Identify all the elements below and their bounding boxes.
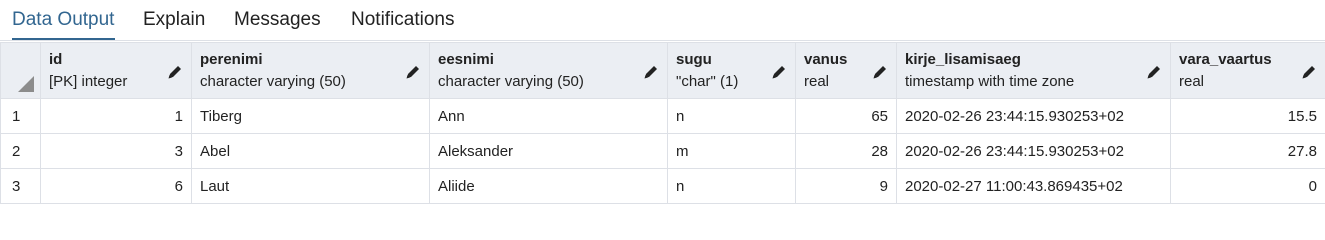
select-all-triangle-icon [18, 76, 34, 92]
tab-notifications[interactable]: Notifications [351, 0, 455, 38]
cell-eesnimi[interactable]: Ann [429, 98, 668, 134]
table-row[interactable]: 2 3 Abel Aleksander m 28 2020-02-26 23:4… [0, 133, 1325, 169]
cell-vanus[interactable]: 9 [795, 168, 897, 204]
table-row[interactable]: 3 6 Laut Aliide n 9 2020-02-27 11:00:43.… [0, 168, 1325, 204]
column-header-perenimi[interactable]: perenimi character varying (50) [191, 42, 430, 99]
column-header-vara-vaartus[interactable]: vara_vaartus real [1170, 42, 1325, 99]
cell-id[interactable]: 3 [40, 133, 192, 169]
column-type: [PK] integer [49, 73, 128, 90]
row-number[interactable]: 1 [0, 98, 41, 134]
result-tabs: Data Output Explain Messages Notificatio… [0, 0, 1325, 41]
cell-vara-vaartus[interactable]: 15.5 [1170, 98, 1325, 134]
column-type: real [1179, 73, 1205, 90]
column-header-id[interactable]: id [PK] integer [40, 42, 192, 99]
pencil-icon[interactable] [166, 63, 184, 81]
header-row: id [PK] integer perenimi character varyi… [0, 42, 1325, 99]
pencil-icon[interactable] [770, 63, 788, 81]
column-name: perenimi [200, 51, 263, 68]
cell-sugu[interactable]: n [667, 98, 796, 134]
column-name: vara_vaartus [1179, 51, 1272, 68]
cell-vara-vaartus[interactable]: 0 [1170, 168, 1325, 204]
cell-kirje-lisamisaeg[interactable]: 2020-02-26 23:44:15.930253+02 [896, 133, 1171, 169]
cell-id[interactable]: 6 [40, 168, 192, 204]
cell-perenimi[interactable]: Laut [191, 168, 430, 204]
cell-perenimi[interactable]: Abel [191, 133, 430, 169]
column-header-kirje-lisamisaeg[interactable]: kirje_lisamisaeg timestamp with time zon… [896, 42, 1171, 99]
tab-data-output[interactable]: Data Output [12, 0, 115, 41]
column-header-vanus[interactable]: vanus real [795, 42, 897, 99]
tab-messages[interactable]: Messages [234, 0, 321, 38]
cell-eesnimi[interactable]: Aliide [429, 168, 668, 204]
tab-explain[interactable]: Explain [143, 0, 205, 38]
cell-id[interactable]: 1 [40, 98, 192, 134]
column-header-eesnimi[interactable]: eesnimi character varying (50) [429, 42, 668, 99]
column-type: character varying (50) [200, 73, 346, 90]
cell-eesnimi[interactable]: Aleksander [429, 133, 668, 169]
tabs-divider [0, 40, 1325, 41]
column-name: id [49, 51, 63, 68]
column-type: real [804, 73, 830, 90]
column-type: timestamp with time zone [905, 73, 1075, 90]
pencil-icon[interactable] [1300, 63, 1318, 81]
cell-kirje-lisamisaeg[interactable]: 2020-02-26 23:44:15.930253+02 [896, 98, 1171, 134]
pencil-icon[interactable] [404, 63, 422, 81]
column-name: sugu [676, 51, 712, 68]
data-grid: id [PK] integer perenimi character varyi… [0, 42, 1325, 204]
cell-vara-vaartus[interactable]: 27.8 [1170, 133, 1325, 169]
table-row[interactable]: 1 1 Tiberg Ann n 65 2020-02-26 23:44:15.… [0, 98, 1325, 134]
column-name: vanus [804, 51, 848, 68]
cell-sugu[interactable]: m [667, 133, 796, 169]
cell-sugu[interactable]: n [667, 168, 796, 204]
cell-vanus[interactable]: 28 [795, 133, 897, 169]
column-name: eesnimi [438, 51, 494, 68]
row-number[interactable]: 3 [0, 168, 41, 204]
cell-kirje-lisamisaeg[interactable]: 2020-02-27 11:00:43.869435+02 [896, 168, 1171, 204]
column-type: character varying (50) [438, 73, 584, 90]
column-name: kirje_lisamisaeg [905, 51, 1021, 68]
column-header-sugu[interactable]: sugu "char" (1) [667, 42, 796, 99]
pencil-icon[interactable] [642, 63, 660, 81]
cell-perenimi[interactable]: Tiberg [191, 98, 430, 134]
column-type: "char" (1) [676, 73, 739, 90]
pencil-icon[interactable] [1145, 63, 1163, 81]
select-all-corner[interactable] [0, 42, 41, 99]
cell-vanus[interactable]: 65 [795, 98, 897, 134]
pencil-icon[interactable] [871, 63, 889, 81]
row-number[interactable]: 2 [0, 133, 41, 169]
